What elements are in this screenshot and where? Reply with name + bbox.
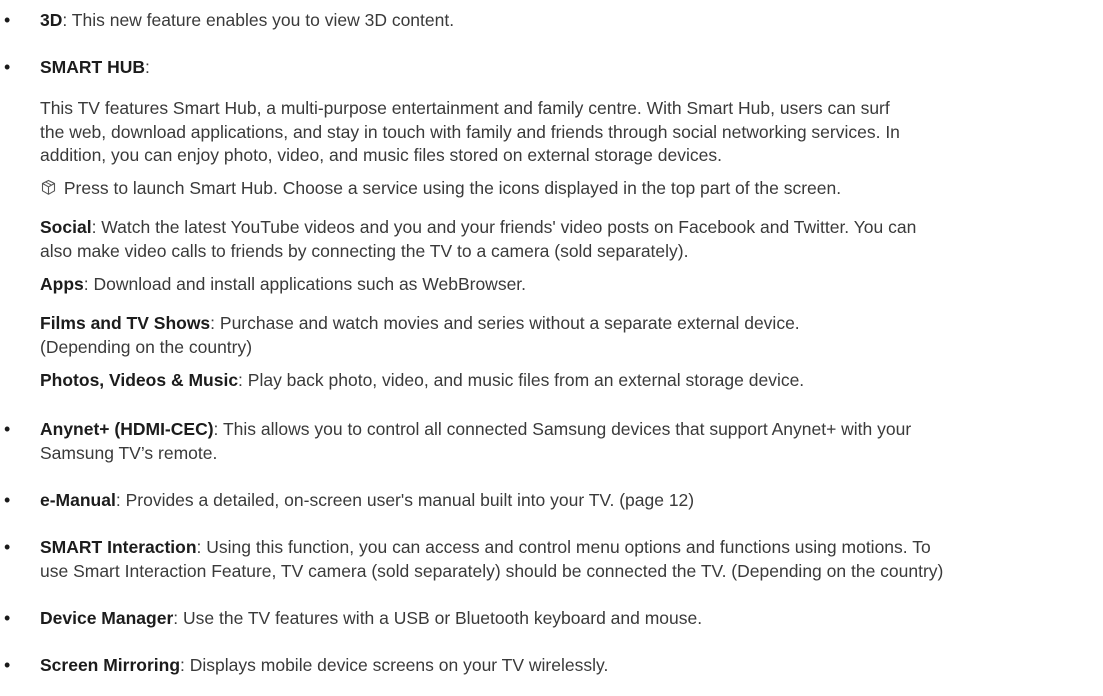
bullet: • bbox=[4, 10, 11, 30]
service-description: : Download and install applications such… bbox=[83, 274, 527, 294]
smart-hub-social: Social: Watch the latest YouTube videos … bbox=[40, 216, 916, 263]
feature-device-manager-text: Device Manager: Use the TV features with… bbox=[40, 607, 1103, 631]
smart-hub-press-note: Press to launch Smart Hub. Choose a serv… bbox=[40, 177, 841, 201]
feature-description-line: Samsung TV’s remote. bbox=[40, 442, 218, 463]
bullet: • bbox=[4, 655, 11, 675]
feature-anynet-text: Anynet+ (HDMI-CEC): This allows you to c… bbox=[40, 418, 1103, 465]
feature-e-manual-text: e-Manual: Provides a detailed, on-screen… bbox=[40, 489, 1103, 513]
smart-hub-apps: Apps: Download and install applications … bbox=[40, 273, 526, 297]
feature-description: : This new feature enables you to view 3… bbox=[62, 10, 455, 30]
bullet: • bbox=[4, 57, 11, 77]
feature-term: e-Manual bbox=[40, 490, 116, 510]
feature-description: : Displays mobile device screens on your… bbox=[180, 655, 609, 675]
smart-hub-films: Films and TV Shows: Purchase and watch m… bbox=[40, 312, 800, 359]
feature-description: : Use the TV features with a USB or Blue… bbox=[173, 608, 703, 628]
feature-term: Screen Mirroring bbox=[40, 655, 181, 675]
feature-smart-interaction-text: SMART Interaction: Using this function, … bbox=[40, 536, 1103, 583]
feature-term: 3D bbox=[40, 10, 63, 30]
feature-description-line: use Smart Interaction Feature, TV camera… bbox=[40, 560, 944, 581]
smart-hub-intro: This TV features Smart Hub, a multi-purp… bbox=[40, 97, 900, 168]
feature-smart-hub-heading: SMART HUB: bbox=[40, 56, 1103, 80]
service-term: Photos, Videos & Music bbox=[40, 370, 239, 390]
feature-description: : Using this function, you can access an… bbox=[196, 537, 931, 557]
service-term: Films and TV Shows bbox=[40, 313, 211, 333]
feature-description: : Provides a detailed, on-screen user's … bbox=[115, 490, 695, 510]
feature-term: SMART HUB bbox=[40, 57, 145, 77]
service-description: : Purchase and watch movies and series w… bbox=[210, 313, 800, 333]
feature-term: Anynet+ (HDMI-CEC) bbox=[40, 419, 214, 439]
feature-screen-mirroring-text: Screen Mirroring: Displays mobile device… bbox=[40, 654, 1103, 678]
feature-3d-text: 3D: This new feature enables you to view… bbox=[40, 9, 1103, 33]
press-note-text: Press to launch Smart Hub. Choose a serv… bbox=[59, 178, 842, 198]
feature-term: Device Manager bbox=[40, 608, 174, 628]
service-description: : Watch the latest YouTube videos and yo… bbox=[91, 217, 917, 237]
bullet: • bbox=[4, 537, 11, 557]
smart-hub-intro-line: the web, download applications, and stay… bbox=[40, 121, 900, 142]
service-description-line: (Depending on the country) bbox=[40, 336, 253, 357]
service-description-line: also make video calls to friends by conn… bbox=[40, 240, 689, 261]
smart-hub-intro-line: This TV features Smart Hub, a multi-purp… bbox=[40, 98, 890, 118]
bullet: • bbox=[4, 490, 11, 510]
feature-colon: : bbox=[145, 57, 150, 77]
bullet: • bbox=[4, 419, 11, 439]
service-term: Social bbox=[40, 217, 92, 237]
feature-term: SMART Interaction bbox=[40, 537, 197, 557]
feature-description: : This allows you to control all connect… bbox=[213, 419, 912, 439]
service-term: Apps bbox=[40, 274, 84, 294]
smart-hub-icon bbox=[41, 179, 56, 195]
service-description: : Play back photo, video, and music file… bbox=[238, 370, 805, 390]
manual-page: • 3D: This new feature enables you to vi… bbox=[0, 0, 1103, 696]
bullet: • bbox=[4, 608, 11, 628]
smart-hub-intro-line: addition, you can enjoy photo, video, an… bbox=[40, 145, 722, 165]
smart-hub-photos: Photos, Videos & Music: Play back photo,… bbox=[40, 369, 804, 393]
